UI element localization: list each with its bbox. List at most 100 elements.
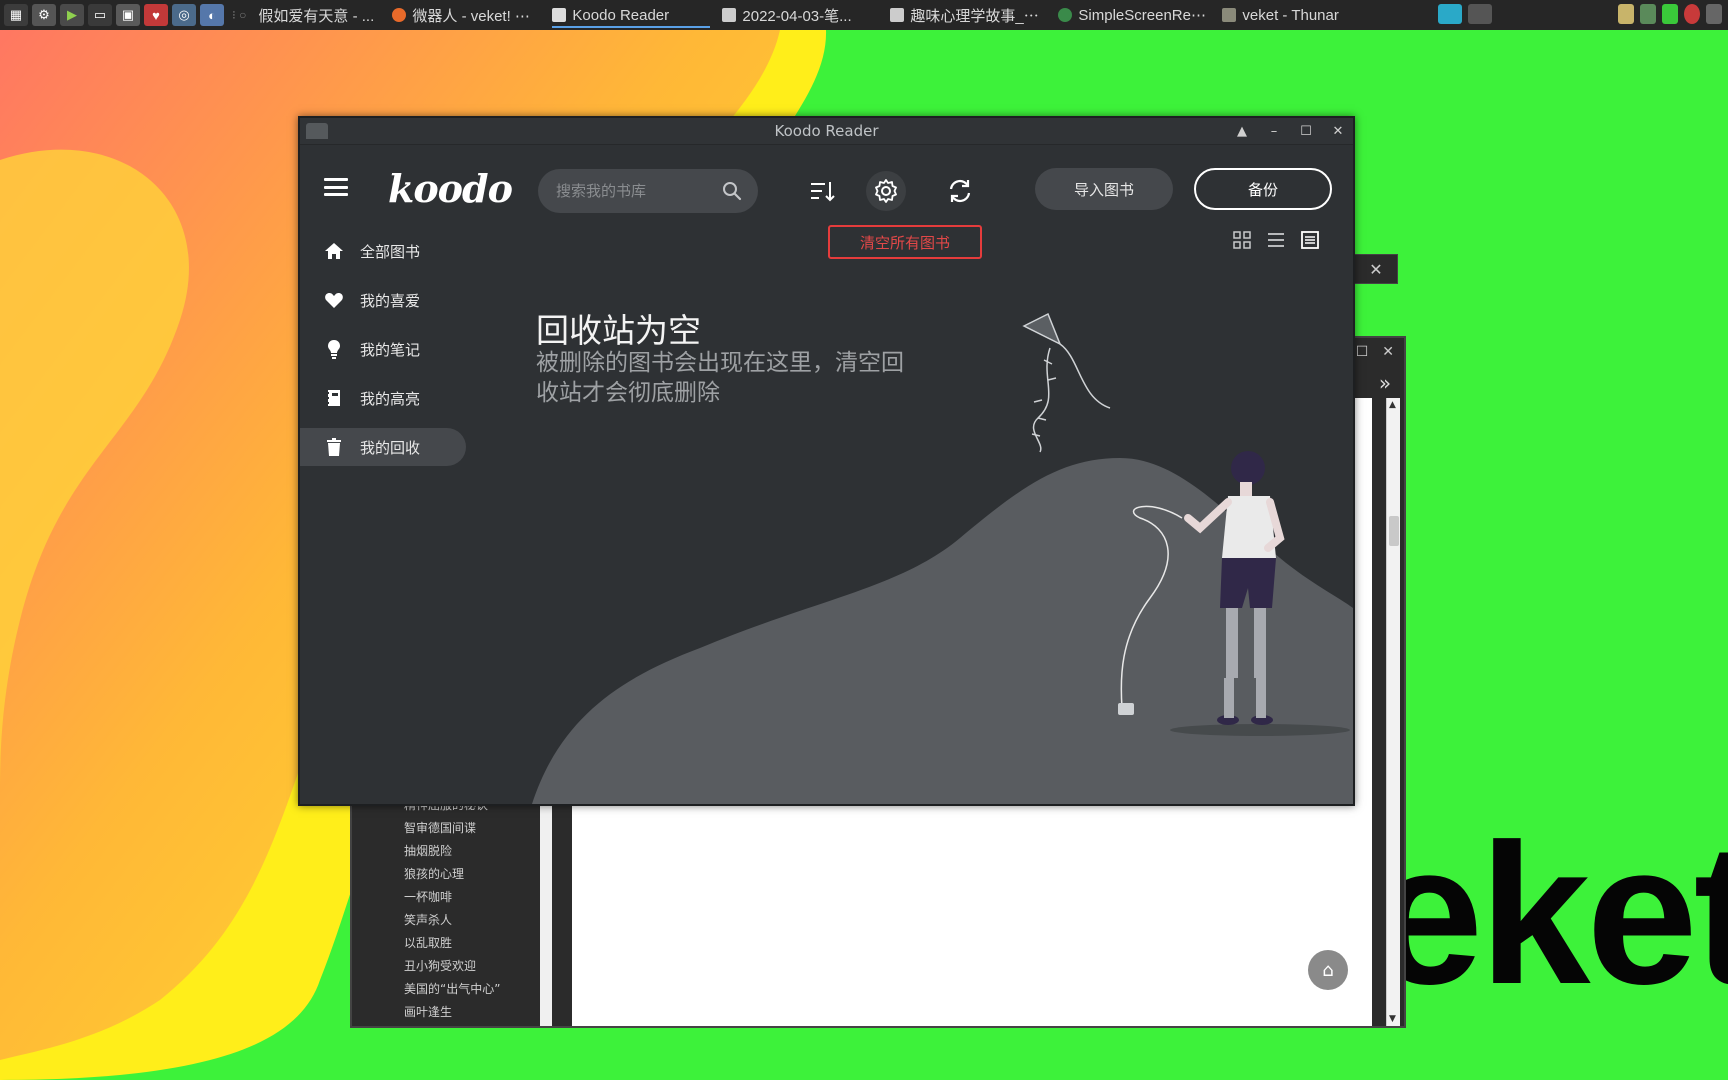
sidebar-item-label: 全部图书 bbox=[360, 242, 421, 261]
expand-icon[interactable]: » bbox=[1370, 368, 1400, 398]
task-label: 2022-04-03-笔... bbox=[742, 7, 852, 25]
window-title: Koodo Reader bbox=[774, 122, 879, 140]
sync-button[interactable] bbox=[944, 175, 976, 207]
sidebar-item-label: 我的笔记 bbox=[360, 340, 421, 359]
system-tray bbox=[1438, 4, 1722, 24]
home-icon: ⌂ bbox=[1322, 959, 1334, 981]
terminal-icon[interactable]: ▭ bbox=[88, 4, 112, 26]
heart-icon bbox=[325, 293, 343, 308]
clipboard-icon[interactable] bbox=[1618, 4, 1634, 24]
empty-state-description: 被删除的图书会出现在这里，清空回收站才会彻底删除 bbox=[536, 350, 904, 406]
window-controls: ▲ – ☐ ✕ bbox=[1233, 118, 1347, 145]
search-input[interactable] bbox=[556, 169, 716, 213]
toc-item[interactable]: 智审德国间谍 bbox=[404, 817, 540, 840]
tray-more-icon[interactable] bbox=[1706, 4, 1722, 24]
app-red-icon[interactable]: ♥ bbox=[144, 4, 168, 26]
home-icon bbox=[325, 243, 343, 259]
task-0[interactable]: 假如爱有天意 - ... bbox=[252, 0, 386, 30]
view-mode-switcher bbox=[1232, 230, 1320, 250]
window-icon bbox=[552, 8, 567, 22]
koodo-reader-window: Koodo Reader ▲ – ☐ ✕ koodo 搜索我的书库 导入图书 备… bbox=[298, 116, 1355, 806]
toc-item[interactable]: 抽烟脱险 bbox=[404, 840, 540, 863]
system-monitor-icon[interactable]: ▦ bbox=[4, 4, 28, 26]
app-blue-icon[interactable]: ◎ bbox=[172, 4, 196, 26]
task-1[interactable]: 微器人 - veket! ⋯ bbox=[386, 0, 546, 30]
recorder-icon bbox=[1058, 8, 1073, 22]
toc-item[interactable]: 一杯咖啡 bbox=[404, 886, 540, 909]
folder-icon bbox=[1222, 8, 1237, 22]
sidebar-item-trash[interactable]: 我的回收 bbox=[300, 428, 466, 466]
minimize-icon[interactable]: – bbox=[1265, 118, 1283, 145]
workspace-2-icon[interactable] bbox=[1468, 4, 1492, 24]
toc-item[interactable]: 狼孩的心理 bbox=[404, 863, 540, 886]
maximize-icon[interactable]: ☐ bbox=[1297, 118, 1315, 145]
scroll-up-icon[interactable]: ▲ bbox=[1389, 400, 1396, 410]
close-icon[interactable]: ✕ bbox=[1329, 118, 1347, 145]
window-icon bbox=[890, 8, 905, 22]
home-float-button[interactable]: ⌂ bbox=[1308, 950, 1348, 990]
background-dialog[interactable]: ✕ bbox=[1354, 254, 1398, 284]
window-titlebar[interactable]: Koodo Reader ▲ – ☐ ✕ bbox=[300, 118, 1353, 145]
search-icon[interactable] bbox=[722, 181, 742, 201]
app-logo: koodo bbox=[388, 166, 513, 211]
task-5[interactable]: SimpleScreenRe⋯ bbox=[1052, 0, 1216, 30]
shade-icon[interactable]: ▲ bbox=[1233, 118, 1251, 145]
sync-icon bbox=[949, 179, 971, 203]
cover-view-icon[interactable] bbox=[1300, 230, 1320, 250]
app-icon bbox=[306, 123, 328, 139]
network-icon[interactable] bbox=[1640, 4, 1656, 24]
gear-icon bbox=[875, 179, 897, 203]
task-label: 假如爱有天意 - ... bbox=[258, 7, 375, 25]
menu-icon[interactable] bbox=[324, 176, 348, 198]
scroll-down-icon[interactable]: ▼ bbox=[1389, 1014, 1396, 1024]
sidebar-item-label: 我的喜爱 bbox=[360, 291, 421, 310]
workspace-1-icon[interactable] bbox=[1438, 4, 1462, 24]
sort-button[interactable] bbox=[806, 175, 838, 207]
sidebar: 全部图书 我的喜爱 我的笔记 我的高亮 我的回收 bbox=[300, 232, 468, 477]
toc-item[interactable]: 美国的“出气中心” bbox=[404, 978, 540, 1001]
toc-item[interactable]: 以乱取胜 bbox=[404, 932, 540, 955]
task-6[interactable]: veket - Thunar bbox=[1216, 0, 1366, 30]
sidebar-item-label: 我的高亮 bbox=[360, 389, 421, 408]
bulb-icon bbox=[328, 340, 340, 359]
taskbar-separator: ⁝ ○ bbox=[232, 8, 247, 22]
grid-view-icon[interactable] bbox=[1232, 230, 1252, 250]
media-player-icon[interactable]: ▶ bbox=[60, 4, 84, 26]
close-icon[interactable]: ✕ bbox=[1369, 260, 1382, 279]
task-4[interactable]: 趣味心理学故事_⋯ bbox=[884, 0, 1052, 30]
scroll-thumb[interactable] bbox=[1389, 516, 1399, 546]
sidebar-item-label: 我的回收 bbox=[360, 438, 421, 457]
toc-item[interactable]: 画叶逢生 bbox=[404, 1001, 540, 1024]
sidebar-item-favorites[interactable]: 我的喜爱 bbox=[300, 281, 466, 319]
toc-item[interactable]: 笑声杀人 bbox=[404, 909, 540, 932]
firefox-icon bbox=[392, 8, 407, 22]
reader-scrollbar[interactable]: ▲ ▼ bbox=[1386, 398, 1400, 1026]
battery-icon[interactable] bbox=[1662, 4, 1678, 24]
sidebar-item-all-books[interactable]: 全部图书 bbox=[300, 232, 466, 270]
wallpaper-text: eket bbox=[1372, 803, 1728, 1026]
toc-item[interactable]: 丑小狗受欢迎 bbox=[404, 955, 540, 978]
trash-icon bbox=[327, 438, 341, 456]
list-view-icon[interactable] bbox=[1266, 230, 1286, 250]
search-box[interactable] bbox=[538, 169, 758, 213]
task-2[interactable]: Koodo Reader bbox=[546, 0, 716, 30]
task-label: SimpleScreenRe⋯ bbox=[1078, 7, 1206, 24]
screenshot-icon[interactable]: ▣ bbox=[116, 4, 140, 26]
import-books-button[interactable]: 导入图书 bbox=[1035, 168, 1173, 210]
backup-button[interactable]: 备份 bbox=[1194, 168, 1332, 210]
sidebar-item-notes[interactable]: 我的笔记 bbox=[300, 330, 466, 368]
sidebar-item-highlights[interactable]: 我的高亮 bbox=[300, 379, 466, 417]
sort-icon bbox=[811, 182, 835, 202]
task-label: Koodo Reader bbox=[572, 6, 670, 24]
task-3[interactable]: 2022-04-03-笔... bbox=[716, 0, 884, 30]
maximize-icon[interactable]: ☐ bbox=[1356, 344, 1369, 360]
settings-launcher-icon[interactable]: ⚙ bbox=[32, 4, 56, 26]
taskbar: ▦ ⚙ ▶ ▭ ▣ ♥ ◎ ◐ ⁝ ○ 假如爱有天意 - ... 微器人 - v… bbox=[0, 0, 1728, 30]
settings-button[interactable] bbox=[866, 171, 906, 211]
clear-all-books-button[interactable]: 清空所有图书 bbox=[828, 225, 982, 259]
browser-icon[interactable]: ◐ bbox=[200, 4, 224, 26]
power-icon[interactable] bbox=[1684, 4, 1700, 24]
window-icon bbox=[722, 8, 737, 22]
task-label: 微器人 - veket! ⋯ bbox=[412, 7, 530, 25]
close-icon[interactable]: ✕ bbox=[1382, 344, 1394, 360]
